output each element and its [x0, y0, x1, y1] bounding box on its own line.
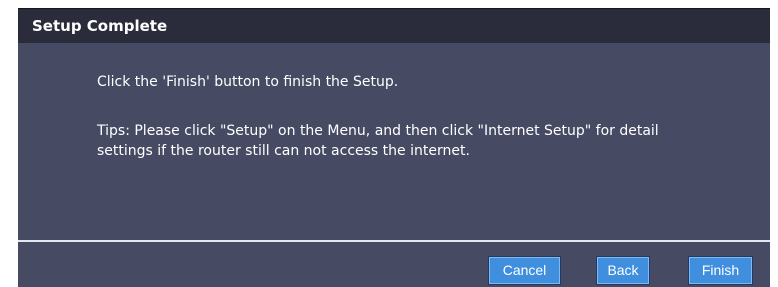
finish-instruction-text: Click the 'Finish' button to finish the …: [97, 74, 399, 90]
back-button[interactable]: Back: [596, 256, 650, 285]
footer-divider: [18, 240, 770, 242]
finish-button[interactable]: Finish: [688, 256, 753, 285]
setup-complete-panel: Setup Complete Click the 'Finish' button…: [18, 8, 770, 287]
panel-header: Setup Complete: [18, 8, 770, 43]
setup-wizard-frame: Setup Complete Click the 'Finish' button…: [0, 0, 778, 287]
tips-text: Tips: Please click "Setup" on the Menu, …: [97, 123, 659, 159]
panel-title: Setup Complete: [32, 17, 168, 35]
cancel-button[interactable]: Cancel: [488, 256, 561, 285]
